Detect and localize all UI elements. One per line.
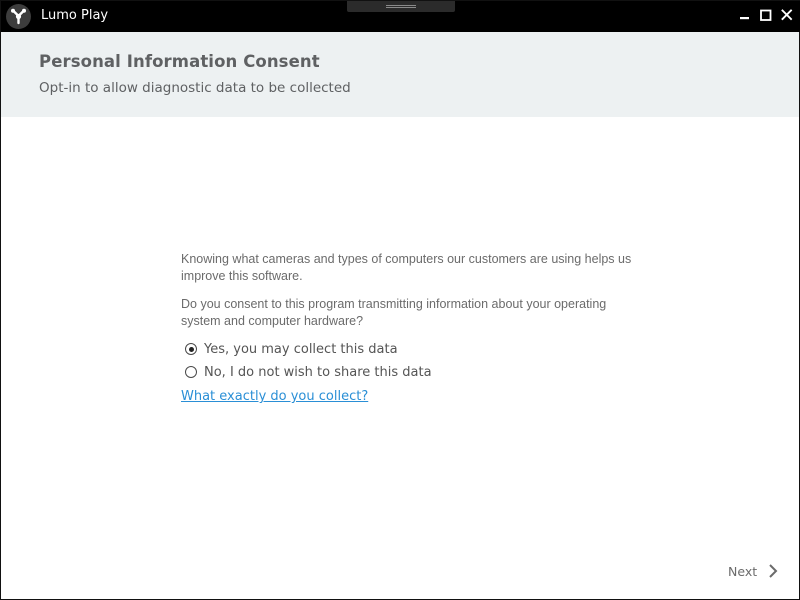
- radio-no-label: No, I do not wish to share this data: [204, 364, 432, 380]
- drag-handle[interactable]: [347, 1, 455, 12]
- chevron-right-icon: [769, 564, 778, 578]
- next-label: Next: [728, 563, 758, 579]
- consent-no-option[interactable]: No, I do not wish to share this data: [181, 362, 641, 382]
- close-icon: [781, 9, 793, 21]
- lumo-logo-icon: [6, 4, 31, 29]
- app-window: Lumo Play Personal Information Consent O…: [0, 0, 800, 600]
- minimize-icon: [740, 17, 749, 20]
- what-we-collect-link[interactable]: What exactly do you collect?: [181, 389, 368, 404]
- page-subtitle: Opt-in to allow diagnostic data to be co…: [39, 80, 351, 96]
- maximize-button[interactable]: [758, 8, 774, 24]
- close-button[interactable]: [779, 8, 795, 24]
- page-title: Personal Information Consent: [39, 52, 320, 71]
- intro-paragraph: Knowing what cameras and types of comput…: [181, 252, 632, 283]
- consent-content: Knowing what cameras and types of comput…: [181, 251, 641, 404]
- consent-yes-option[interactable]: Yes, you may collect this data: [181, 339, 641, 359]
- consent-question: Do you consent to this program transmitt…: [181, 297, 607, 328]
- maximize-icon: [760, 9, 772, 21]
- grip-icon: [386, 5, 416, 8]
- next-button[interactable]: Next: [725, 561, 781, 581]
- radio-no[interactable]: [185, 366, 197, 378]
- radio-yes-label: Yes, you may collect this data: [204, 341, 398, 357]
- title-bar[interactable]: Lumo Play: [1, 1, 800, 32]
- window-title: Lumo Play: [41, 8, 109, 23]
- page-header: Personal Information Consent Opt-in to a…: [1, 32, 799, 117]
- radio-yes[interactable]: [185, 343, 197, 355]
- minimize-button[interactable]: [737, 8, 753, 24]
